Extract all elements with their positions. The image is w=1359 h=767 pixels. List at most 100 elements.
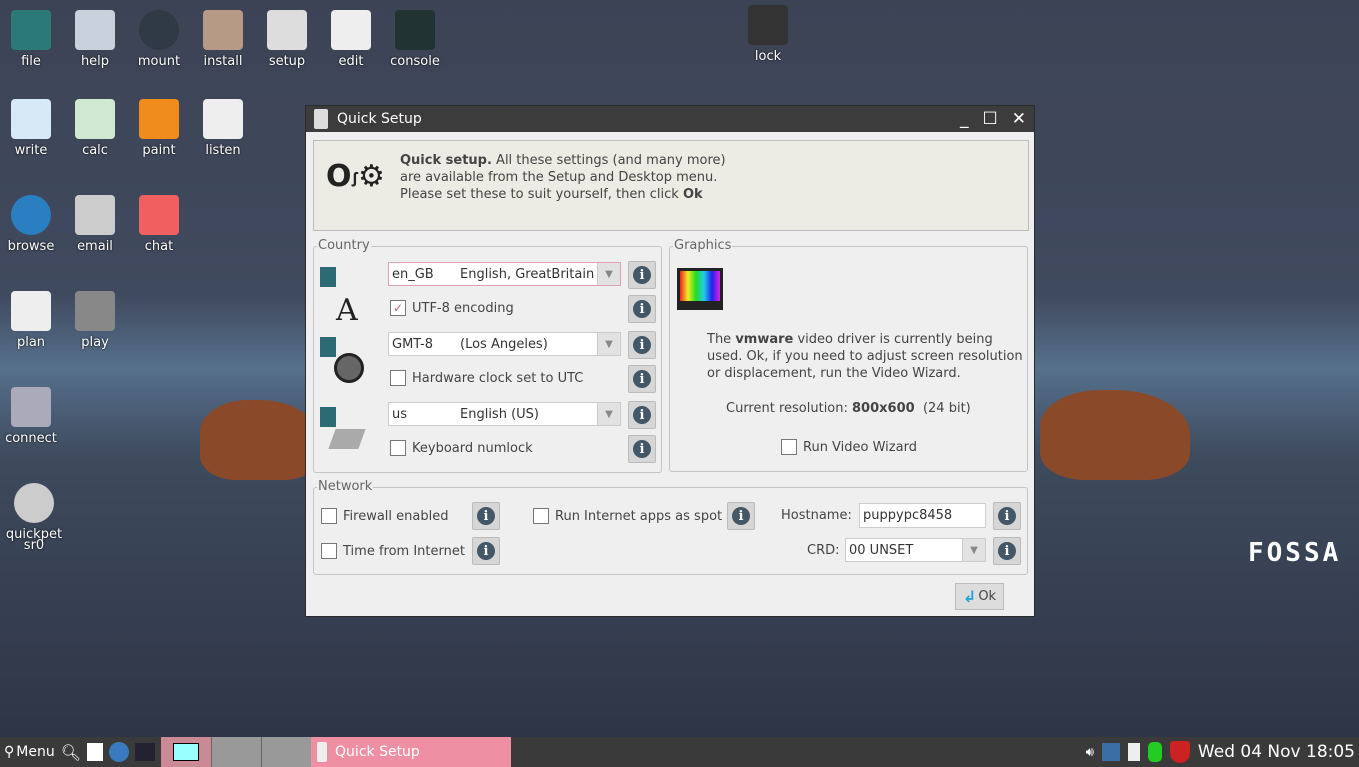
network-icon: [11, 387, 51, 427]
browser-icon[interactable]: [109, 742, 130, 762]
hostname-info-button[interactable]: i: [993, 502, 1021, 530]
clipboard-icon[interactable]: [1127, 743, 1140, 761]
checkbox[interactable]: [390, 440, 406, 456]
workspace-1[interactable]: [161, 737, 212, 767]
maximize-button[interactable]: ☐: [983, 109, 998, 129]
spot-checkbox[interactable]: Run Internet apps as spot: [533, 508, 722, 524]
hwclock-checkbox[interactable]: Hardware clock set to UTC: [390, 370, 583, 386]
firewall-shield-icon[interactable]: [1169, 741, 1190, 763]
timezone-combo[interactable]: GMT-8 (Los Angeles) ▼: [388, 332, 621, 356]
hwclock-info-button[interactable]: i: [628, 365, 656, 393]
banner-ok: Ok: [682, 187, 703, 202]
clock[interactable]: Wed 04 Nov 18:05: [1198, 742, 1359, 762]
desktop-icon-calc[interactable]: calc: [63, 99, 127, 158]
desktop-icon-file[interactable]: file: [0, 10, 63, 69]
desktop-icon-console[interactable]: console: [383, 10, 447, 69]
timezone-info-button[interactable]: i: [628, 331, 656, 359]
checkbox-checked[interactable]: ✓: [390, 300, 406, 316]
desktop-icon-play[interactable]: play: [63, 291, 127, 350]
menu-button[interactable]: ⚲ Menu: [0, 744, 55, 760]
window-title: Quick Setup: [337, 111, 422, 127]
info-icon: i: [633, 336, 651, 354]
checkbox[interactable]: [533, 508, 549, 524]
package-icon: [203, 10, 243, 50]
desktop-icon-setup[interactable]: setup: [255, 10, 319, 69]
graphics-group: Graphics The vmware video driver is curr…: [669, 238, 1028, 472]
close-button[interactable]: ✕: [1012, 109, 1026, 129]
locale-combo[interactable]: en_GB English, GreatBritain ▼: [388, 262, 621, 286]
desktop-icon-edit[interactable]: edit: [319, 10, 383, 69]
chevron-down-icon[interactable]: ▼: [597, 263, 620, 285]
file-manager-icon[interactable]: [87, 743, 104, 761]
time-internet-info-button[interactable]: i: [472, 537, 500, 565]
terminal-icon[interactable]: [135, 743, 156, 761]
desktop-icon-mount[interactable]: mount: [127, 10, 191, 69]
desktop-icon-listen[interactable]: listen: [191, 99, 255, 158]
task-quick-setup[interactable]: Quick Setup: [311, 737, 512, 767]
spot-label: Run Internet apps as spot: [555, 508, 723, 524]
info-icon: i: [633, 406, 651, 424]
desktop-icon-write[interactable]: write: [0, 99, 63, 158]
keyboard-info-button[interactable]: i: [628, 401, 656, 429]
title-bar[interactable]: Quick Setup _ ☐ ✕: [306, 106, 1034, 132]
desktop-icon-email[interactable]: email: [63, 195, 127, 254]
ok-button[interactable]: ↲ Ok: [955, 583, 1004, 610]
desktop-icon-label: connect: [5, 431, 57, 446]
checkbox[interactable]: [390, 370, 406, 386]
desktop-icon-install[interactable]: install: [191, 10, 255, 69]
chevron-down-icon[interactable]: ▼: [597, 333, 620, 355]
wallpaper-cat: [1040, 390, 1190, 480]
search-icon[interactable]: 🔍︎: [61, 743, 81, 762]
firewall-info-button[interactable]: i: [472, 502, 500, 530]
desktop-icon-chat[interactable]: chat: [127, 195, 191, 254]
checkbox[interactable]: [321, 543, 337, 559]
network-tray-icon[interactable]: [1101, 743, 1120, 761]
info-icon: i: [633, 370, 651, 388]
info-banner: Oꭍ⚙ Quick setup. All these settings (and…: [313, 140, 1029, 231]
desktop-icon-label: paint: [142, 143, 176, 158]
hostname-input[interactable]: [859, 503, 986, 528]
desktop-icon-lock[interactable]: lock: [736, 5, 800, 64]
desktop-icon-label: install: [203, 54, 243, 69]
setup-logo-icon: Oꭍ⚙: [326, 159, 385, 194]
desktop-icon-plan[interactable]: plan: [0, 291, 63, 350]
info-icon: i: [477, 507, 495, 525]
desktop-icon-help[interactable]: help: [63, 10, 127, 69]
desktop-icon-connect[interactable]: connect: [0, 387, 63, 446]
utf8-info-button[interactable]: i: [628, 295, 656, 323]
workspace-3[interactable]: [261, 737, 312, 767]
info-icon: i: [633, 266, 651, 284]
current-resolution: Current resolution: 800x600 (24 bit): [726, 401, 971, 416]
volume-icon[interactable]: 🔊︎: [1086, 745, 1094, 760]
time-internet-checkbox[interactable]: Time from Internet: [321, 543, 465, 559]
chevron-down-icon[interactable]: ▼: [962, 539, 985, 561]
checkbox[interactable]: [321, 508, 337, 524]
minimize-button[interactable]: _: [960, 109, 969, 129]
spot-info-button[interactable]: i: [727, 502, 755, 530]
task-label: Quick Setup: [335, 744, 420, 760]
info-icon: i: [732, 507, 750, 525]
keyboard-combo[interactable]: us English (US) ▼: [388, 402, 621, 426]
country-group: Country A en_GB English, GreatBritain ▼ i …: [313, 238, 662, 473]
desktop-icon-paint[interactable]: paint: [127, 99, 191, 158]
workspace-2[interactable]: [211, 737, 262, 767]
desktop-icon-quickpet[interactable]: quickpet sr0: [2, 483, 66, 553]
network-group: Network Firewall enabled i Run Internet …: [313, 479, 1028, 575]
locale-code: en_GB: [392, 266, 434, 282]
wallpaper-brand: FOSSA: [1248, 538, 1342, 568]
desktop-icon-label: edit: [338, 54, 364, 69]
utf8-checkbox[interactable]: ✓ UTF-8 encoding: [390, 300, 514, 316]
locale-info-button[interactable]: i: [628, 261, 656, 289]
numlock-checkbox[interactable]: Keyboard numlock: [390, 440, 533, 456]
firewall-checkbox[interactable]: Firewall enabled: [321, 508, 448, 524]
checkbox[interactable]: [781, 439, 797, 455]
group-legend: Graphics: [673, 238, 733, 253]
numlock-info-button[interactable]: i: [628, 435, 656, 463]
crd-combo[interactable]: 00 UNSET ▼: [845, 538, 986, 562]
crd-info-button[interactable]: i: [993, 537, 1021, 565]
chevron-down-icon[interactable]: ▼: [597, 403, 620, 425]
disk-icon[interactable]: [1147, 742, 1162, 762]
video-wizard-checkbox[interactable]: Run Video Wizard: [781, 439, 917, 455]
desktop-icon-browse[interactable]: browse: [0, 195, 63, 254]
terminal-icon: [395, 10, 435, 50]
